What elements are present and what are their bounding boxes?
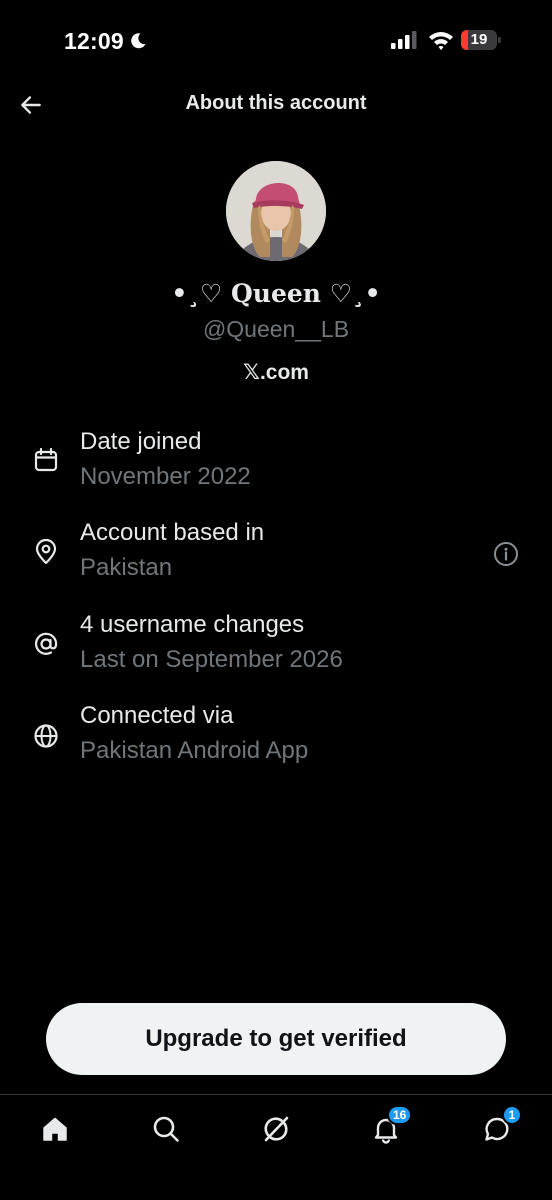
upgrade-button[interactable]: Upgrade to get verified (46, 1003, 506, 1075)
site-label: 𝕏.com (243, 361, 309, 384)
bottom-nav: 16 1 (0, 1094, 552, 1200)
nav-home[interactable] (35, 1109, 75, 1149)
info-value: November 2022 (80, 463, 251, 490)
status-time: 12:09 (64, 28, 124, 54)
info-row-connected-via: Connected via Pakistan Android App (0, 702, 552, 782)
battery-icon: 19 (461, 30, 501, 50)
grok-icon (264, 1116, 289, 1142)
info-value: Pakistan Android App (80, 737, 309, 764)
info-title: 4 username changes (80, 611, 305, 638)
status-bar: 12:09 19 (0, 0, 552, 84)
nav-notifications[interactable]: 16 (366, 1105, 413, 1149)
info-row-account-based-in: Account based in Pakistan (0, 519, 552, 599)
info-row-date-joined: Date joined November 2022 (0, 428, 552, 508)
nav-grok[interactable] (256, 1109, 296, 1149)
info-title: Date joined (80, 428, 202, 455)
info-title: Account based in (80, 519, 265, 546)
page-title: About this account (185, 92, 367, 114)
calendar-icon (34, 447, 58, 472)
profile-photo (226, 161, 326, 261)
globe-icon (34, 724, 58, 748)
battery-level: 19 (470, 31, 488, 48)
search-icon (153, 1116, 179, 1142)
username-handle: @Queen__LB (202, 316, 350, 342)
info-title: Connected via (80, 702, 234, 729)
avatar[interactable] (226, 161, 326, 261)
signal-icon (391, 31, 417, 49)
notification-count-badge: 16 (387, 1105, 413, 1125)
at-sign-icon (34, 632, 58, 655)
info-value: Last on September 2026 (80, 646, 343, 673)
location-pin-icon (35, 538, 57, 565)
wifi-icon (429, 32, 453, 50)
moon-icon (131, 33, 146, 49)
home-icon (43, 1117, 67, 1141)
info-value: Pakistan (80, 554, 173, 581)
info-circle-icon[interactable] (493, 541, 519, 567)
display-name: •¸♡ Queen ♡¸• (171, 279, 381, 308)
nav-messages[interactable]: 1 (477, 1105, 522, 1149)
info-row-username-changes: 4 username changes Last on September 202… (0, 611, 552, 691)
message-count-badge: 1 (502, 1105, 522, 1125)
nav-search[interactable] (146, 1109, 186, 1149)
